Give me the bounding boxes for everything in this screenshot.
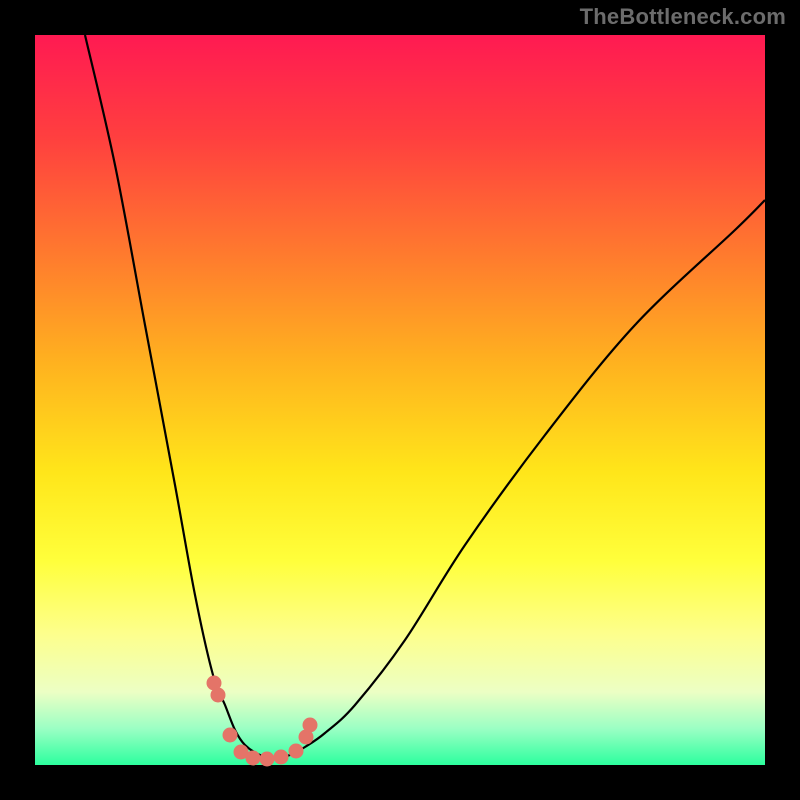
data-marker xyxy=(246,751,261,766)
curve-path xyxy=(85,35,765,758)
data-marker xyxy=(223,728,238,743)
data-marker xyxy=(303,718,318,733)
data-marker xyxy=(211,688,226,703)
chart-frame: TheBottleneck.com xyxy=(0,0,800,800)
data-marker xyxy=(260,752,275,767)
attribution-text: TheBottleneck.com xyxy=(580,4,786,30)
curve-svg xyxy=(35,35,765,765)
data-marker xyxy=(274,750,289,765)
data-marker xyxy=(289,744,304,759)
plot-area xyxy=(35,35,765,765)
